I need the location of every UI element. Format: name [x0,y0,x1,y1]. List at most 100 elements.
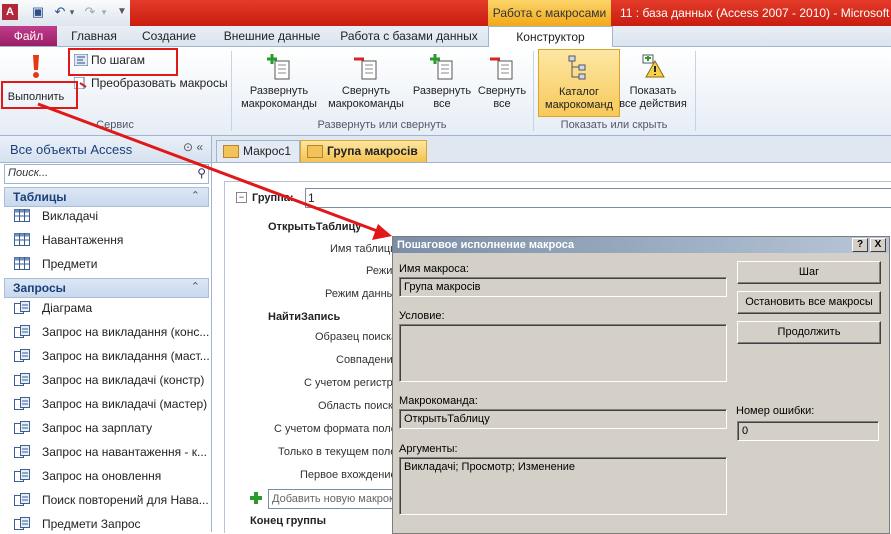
nav-query-item[interactable]: Запрос на викладачі (мастер) [14,395,207,413]
doc-tab-macro-group-label: Група макросів [327,144,418,158]
show-all-actions-button[interactable]: Показать все действия [618,53,688,111]
nav-query-item[interactable]: Запрос на навантаження - к... [14,443,207,461]
tab-external-data[interactable]: Внешние данные [212,26,332,46]
search-icon[interactable]: ⚲ [197,166,206,180]
convert-label: Преобразовать макросы [91,76,228,90]
nav-query-item[interactable]: Діаграма [14,299,204,317]
nav-table-item[interactable]: Предмети [14,255,204,273]
action-find-record[interactable]: НайтиЗапись [268,311,340,323]
expand-actions-button[interactable]: Развернуть макрокоманды [236,53,322,111]
stop-all-macros-button[interactable]: Остановить все макросы [737,291,881,314]
nav-search-input[interactable]: Поиск... ⚲ [4,164,209,184]
nav-header[interactable]: Все объекты Access ⊙ « [0,136,211,163]
nav-query-item[interactable]: Запрос на викладачі (констр) [14,371,204,389]
expand-all-button[interactable]: Развернуть все [410,53,474,111]
catalog-label-2: макрокоманд [545,99,613,111]
action-open-table[interactable]: ОткрытьТаблицу [268,221,361,233]
context-tab-title: Работа с макросами [488,0,611,26]
arg-format-label: С учетом формата полей [274,423,403,435]
nav-query-label: Поиск повторений для Нава... [42,493,209,507]
nav-header-controls[interactable]: ⊙ « [183,140,203,154]
expand-actions-label-1: Развернуть [249,85,309,97]
collapse-all-icon [490,57,513,80]
arg-match-label: Совпадение [336,354,399,366]
nav-query-label: Запрос на навантаження - к... [42,445,207,459]
save-icon[interactable]: ▣ [30,4,46,20]
expand-plus-icon [267,54,290,80]
nav-query-item[interactable]: Запрос на оновлення [14,467,204,485]
collapse-all-button[interactable]: Свернуть все [474,53,530,111]
help-icon[interactable]: ? [852,238,868,252]
query-icon [14,301,30,314]
nav-query-item[interactable]: Запрос на зарплату [14,419,204,437]
tab-database-tools[interactable]: Работа с базами данных [336,26,482,46]
collapse-actions-button[interactable]: Свернуть макрокоманды [322,53,410,111]
collapse-actions-label-2: макрокоманды [328,98,404,110]
nav-table-label: Навантаження [42,233,124,247]
doc-tab-macro1[interactable]: Макрос1 [216,140,301,162]
table-icon [14,257,30,270]
nav-section-queries-label: Запросы [13,281,66,295]
doc-tab-macro-group[interactable]: Група макросів [300,140,427,162]
arg-table-name-label: Имя таблицы [330,243,399,255]
redo-dropdown-icon[interactable]: ▾ [96,4,112,20]
chevron-up-icon: ⌃ [190,281,200,293]
nav-query-label: Запрос на зарплату [42,421,153,435]
undo-dropdown-icon[interactable]: ▾ [64,4,80,20]
group-label-service: Сервис [96,119,134,131]
customize-qat-icon[interactable]: ▼ [114,4,130,20]
nav-query-label: Запрос на викладачі (констр) [42,373,205,387]
doc-tab-macro1-label: Макрос1 [243,144,292,158]
arg-case-label: С учетом регистра [304,377,399,389]
catalog-label-1: Каталог [559,86,599,98]
group-label: Группа: [252,192,294,204]
nav-table-item[interactable]: Викладачі [14,207,204,225]
group-name-input[interactable]: 1 [305,188,891,208]
tab-file[interactable]: Файл [0,26,57,46]
arg-sample-label: Образец поиска [315,331,398,343]
action-label: Макрокоманда: [399,395,478,407]
nav-query-item[interactable]: Предмети Запрос [14,515,204,533]
access-app-icon[interactable]: A [2,4,18,20]
nav-section-queries[interactable]: Запросы ⌃ [4,278,209,298]
tab-create[interactable]: Создание [132,26,206,46]
nav-section-tables[interactable]: Таблицы ⌃ [4,187,209,207]
nav-query-item[interactable]: Запрос на викладання (конс... [14,323,209,341]
group-label-expand: Развернуть или свернуть [317,119,447,131]
nav-query-label: Діаграма [42,301,93,315]
collapse-group-toggle[interactable]: − [236,192,247,203]
tab-home[interactable]: Главная [66,26,122,46]
quick-access-toolbar: A ▣ ↶ ▾ ↷ ▾ ▼ [0,0,130,26]
macro-name-field: Група макросів [399,277,727,297]
nav-table-item[interactable]: Навантаження [14,231,204,249]
chevron-up-icon: ⌃ [190,190,200,202]
dialog-title: Пошаговое исполнение макроса [397,239,575,251]
show-all-label-2: все действия [619,98,687,110]
tab-constructor[interactable]: Конструктор [488,26,613,47]
add-action-combobox[interactable]: Добавить новую макрокоманду [268,489,394,509]
continue-button[interactable]: Продолжить [737,321,881,344]
macro-name-label: Имя макроса: [399,263,469,275]
arguments-field: Викладачі; Просмотр; Изменение [399,457,727,515]
navigation-pane: Все объекты Access ⊙ « Поиск... ⚲ Таблиц… [0,136,212,532]
nav-header-title: Все объекты Access [10,142,133,157]
add-action-plus-icon[interactable] [249,491,263,505]
action-catalog-button[interactable]: Каталог макрокоманд [538,49,620,117]
nav-table-label: Предмети [42,257,98,271]
collapse-actions-label-1: Свернуть [341,85,391,97]
nav-query-item[interactable]: Запрос на викладання (маст... [14,347,210,365]
nav-search-placeholder: Поиск... [8,167,49,179]
arg-data-mode-label: Режим данных [325,288,401,300]
query-icon [14,349,30,362]
query-icon [14,469,30,482]
condition-label: Условие: [399,310,445,322]
nav-query-label: Запрос на викладання (маст... [42,349,210,363]
single-step-dialog: Пошаговое исполнение макроса ? X Имя мак… [392,236,890,534]
dialog-title-bar: Пошаговое исполнение макроса ? X [393,237,889,253]
step-dialog-button[interactable]: Шаг [737,261,881,284]
close-icon[interactable]: X [870,238,886,252]
query-icon [14,397,30,410]
nav-query-item[interactable]: Поиск повторений для Нава... [14,491,209,509]
collapse-all-label-1: Свернуть [477,85,527,97]
highlight-run [1,81,78,109]
